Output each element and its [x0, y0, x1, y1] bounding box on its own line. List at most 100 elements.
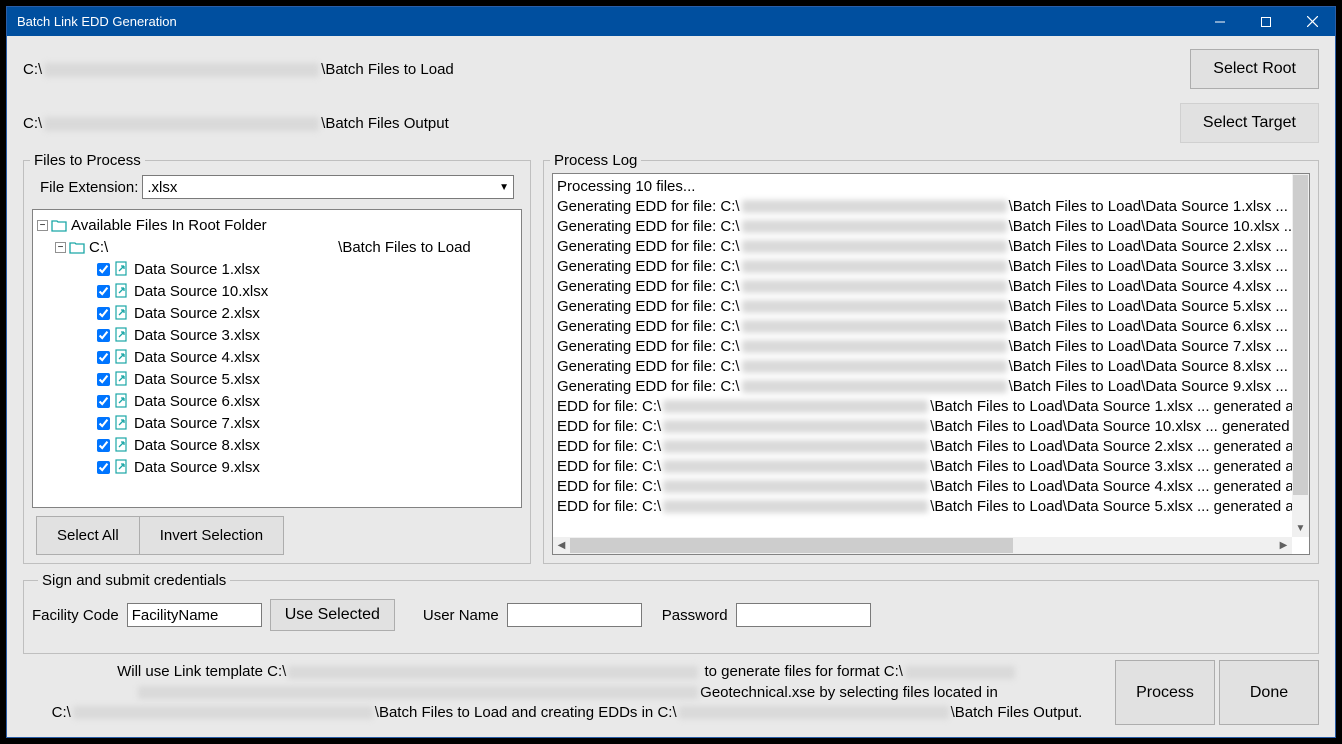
log-line: Generating EDD for file: C:\\Batch Files… [557, 256, 1305, 276]
log-line: Generating EDD for file: C:\\Batch Files… [557, 236, 1305, 256]
scroll-right-icon[interactable]: ▶ [1275, 537, 1292, 554]
file-name: Data Source 7.xlsx [134, 415, 260, 432]
log-line: Generating EDD for file: C:\\Batch Files… [557, 336, 1305, 356]
collapse-icon[interactable]: − [37, 220, 48, 231]
tree-file-item[interactable]: Data Source 6.xlsx [37, 390, 521, 412]
tree-file-item[interactable]: Data Source 5.xlsx [37, 368, 521, 390]
file-checkbox[interactable] [97, 439, 110, 452]
scroll-left-icon[interactable]: ◀ [553, 537, 570, 554]
file-checkbox[interactable] [97, 417, 110, 430]
tree-file-item[interactable]: Data Source 1.xlsx [37, 258, 521, 280]
collapse-icon[interactable]: − [55, 242, 66, 253]
file-checkbox[interactable] [97, 373, 110, 386]
log-line: EDD for file: C:\\Batch Files to Load\Da… [557, 496, 1305, 516]
password-input[interactable] [736, 603, 871, 627]
done-button[interactable]: Done [1219, 660, 1319, 725]
log-line: EDD for file: C:\\Batch Files to Load\Da… [557, 436, 1305, 456]
files-to-process-panel: Files to Process File Extension: .xlsx ▼… [23, 152, 531, 564]
select-target-button[interactable]: Select Target [1180, 103, 1319, 143]
invert-selection-button[interactable]: Invert Selection [139, 516, 284, 555]
root-path: C:\\Batch Files to Load [23, 61, 1190, 78]
tree-file-item[interactable]: Data Source 9.xlsx [37, 456, 521, 478]
file-shortcut-icon [114, 371, 130, 387]
file-tree[interactable]: − Available Files In Root Folder − [32, 209, 522, 508]
file-shortcut-icon [114, 437, 130, 453]
tree-file-item[interactable]: Data Source 10.xlsx [37, 280, 521, 302]
log-line: EDD for file: C:\\Batch Files to Load\Da… [557, 476, 1305, 496]
file-shortcut-icon [114, 393, 130, 409]
select-root-button[interactable]: Select Root [1190, 49, 1319, 89]
file-name: Data Source 6.xlsx [134, 393, 260, 410]
log-line: EDD for file: C:\\Batch Files to Load\Da… [557, 396, 1305, 416]
file-name: Data Source 8.xlsx [134, 437, 260, 454]
folder-open-icon [51, 218, 67, 232]
select-all-button[interactable]: Select All [36, 516, 139, 555]
file-name: Data Source 9.xlsx [134, 459, 260, 476]
horizontal-scrollbar[interactable]: ◀ ▶ [553, 537, 1292, 554]
log-line: Generating EDD for file: C:\\Batch Files… [557, 356, 1305, 376]
file-shortcut-icon [114, 305, 130, 321]
process-log[interactable]: Processing 10 files...Generating EDD for… [552, 173, 1310, 555]
log-line: Generating EDD for file: C:\\Batch Files… [557, 196, 1305, 216]
log-line: Generating EDD for file: C:\\Batch Files… [557, 376, 1305, 396]
summary-text: Will use Link template C:\ to generate f… [23, 658, 1111, 727]
files-panel-legend: Files to Process [30, 152, 145, 169]
file-extension-select[interactable]: .xlsx ▼ [142, 175, 514, 199]
file-name: Data Source 10.xlsx [134, 283, 268, 300]
facility-code-input[interactable] [127, 603, 262, 627]
tree-file-item[interactable]: Data Source 2.xlsx [37, 302, 521, 324]
scrollbar-thumb[interactable] [1293, 175, 1308, 495]
app-window: Batch Link EDD Generation C:\\Batch File… [6, 6, 1336, 738]
file-shortcut-icon [114, 261, 130, 277]
window-title: Batch Link EDD Generation [17, 14, 1197, 29]
minimize-button[interactable] [1197, 7, 1243, 36]
scroll-down-icon[interactable]: ▼ [1292, 520, 1309, 537]
log-line: Generating EDD for file: C:\\Batch Files… [557, 316, 1305, 336]
file-checkbox[interactable] [97, 329, 110, 342]
username-input[interactable] [507, 603, 642, 627]
log-line: EDD for file: C:\\Batch Files to Load\Da… [557, 416, 1305, 436]
tree-folder-label: C:\\Batch Files to Load [89, 239, 471, 256]
tree-file-item[interactable]: Data Source 8.xlsx [37, 434, 521, 456]
file-name: Data Source 4.xlsx [134, 349, 260, 366]
log-line: Processing 10 files... [557, 176, 1305, 196]
file-shortcut-icon [114, 349, 130, 365]
file-name: Data Source 2.xlsx [134, 305, 260, 322]
password-label: Password [662, 607, 728, 624]
file-name: Data Source 3.xlsx [134, 327, 260, 344]
facility-code-label: Facility Code [32, 607, 119, 624]
file-checkbox[interactable] [97, 395, 110, 408]
log-line: Generating EDD for file: C:\\Batch Files… [557, 276, 1305, 296]
log-line: EDD for file: C:\\Batch Files to Load\Da… [557, 456, 1305, 476]
maximize-button[interactable] [1243, 7, 1289, 36]
process-log-panel: Process Log Processing 10 files...Genera… [543, 152, 1319, 564]
tree-file-item[interactable]: Data Source 3.xlsx [37, 324, 521, 346]
tree-file-item[interactable]: Data Source 7.xlsx [37, 412, 521, 434]
file-checkbox[interactable] [97, 351, 110, 364]
tree-file-item[interactable]: Data Source 4.xlsx [37, 346, 521, 368]
credentials-panel: Sign and submit credentials Facility Cod… [23, 572, 1319, 654]
file-shortcut-icon [114, 283, 130, 299]
folder-open-icon [69, 240, 85, 254]
file-checkbox[interactable] [97, 285, 110, 298]
target-path: C:\\Batch Files Output [23, 115, 1180, 132]
tree-root-label: Available Files In Root Folder [71, 217, 267, 234]
file-name: Data Source 5.xlsx [134, 371, 260, 388]
process-button[interactable]: Process [1115, 660, 1215, 725]
vertical-scrollbar[interactable]: ▼ [1292, 174, 1309, 537]
scrollbar-thumb[interactable] [570, 538, 1013, 553]
log-line: Generating EDD for file: C:\\Batch Files… [557, 216, 1305, 236]
log-line: Generating EDD for file: C:\\Batch Files… [557, 296, 1305, 316]
use-selected-button[interactable]: Use Selected [270, 599, 395, 631]
file-shortcut-icon [114, 459, 130, 475]
file-checkbox[interactable] [97, 461, 110, 474]
file-shortcut-icon [114, 415, 130, 431]
file-checkbox[interactable] [97, 263, 110, 276]
file-shortcut-icon [114, 327, 130, 343]
username-label: User Name [423, 607, 499, 624]
file-extension-label: File Extension: [40, 179, 138, 196]
titlebar: Batch Link EDD Generation [7, 7, 1335, 36]
file-name: Data Source 1.xlsx [134, 261, 260, 278]
close-button[interactable] [1289, 7, 1335, 36]
file-checkbox[interactable] [97, 307, 110, 320]
